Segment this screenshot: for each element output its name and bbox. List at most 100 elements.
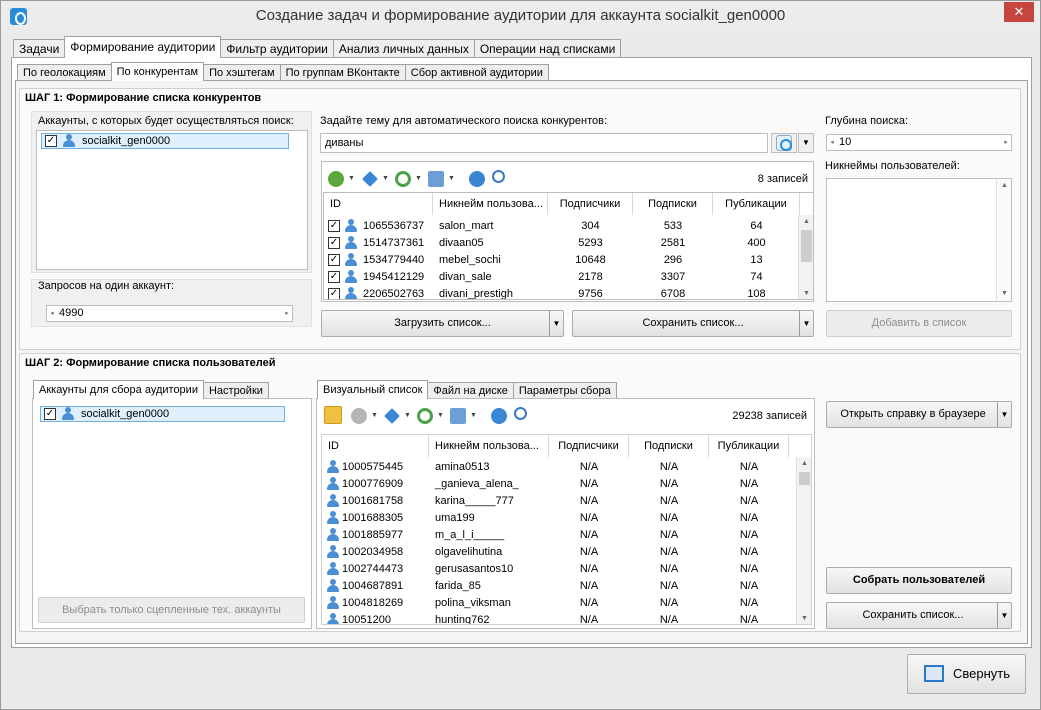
nicknames-textarea[interactable]: ▲ ▼: [826, 178, 1012, 302]
delete-icon[interactable]: [362, 171, 378, 187]
tab-audience-formation[interactable]: Формирование аудитории: [64, 36, 222, 58]
account-item[interactable]: ✓ socialkit_gen0000: [41, 133, 289, 149]
check-dropdown-icon[interactable]: ▼: [371, 412, 378, 419]
table-row[interactable]: ✓ 1945412129 divan_sale 2178 3307 74: [324, 269, 800, 286]
scroll-down-icon[interactable]: ▼: [997, 287, 1012, 301]
load-dropdown-icon[interactable]: ▼: [549, 311, 563, 336]
add-to-list-button[interactable]: Добавить в список: [826, 310, 1012, 337]
tab-vk-groups[interactable]: По группам ВКонтакте: [279, 64, 406, 81]
scroll-thumb[interactable]: [801, 230, 812, 262]
decrement-icon[interactable]: ◂: [47, 306, 57, 321]
open-help-button[interactable]: Открыть справку в браузере ▼: [826, 401, 1012, 428]
requests-spinner[interactable]: ◂ 4990 ▸: [46, 305, 293, 322]
table-row[interactable]: ✓ 1514737361 divaan05 5293 2581 400: [324, 235, 800, 252]
increment-icon[interactable]: ▸: [282, 306, 292, 321]
tab-hashtags[interactable]: По хэштегам: [203, 64, 281, 81]
scroll-up-icon[interactable]: ▲: [997, 179, 1012, 193]
nicknames-scrollbar[interactable]: ▲ ▼: [996, 179, 1011, 301]
col-posts[interactable]: Публикации: [709, 435, 789, 457]
info-icon[interactable]: [491, 408, 507, 424]
table-row[interactable]: ✓ 1534779440 mebel_sochi 10648 296 13: [324, 252, 800, 269]
tab-visual-list[interactable]: Визуальный список: [317, 380, 429, 399]
collapse-button[interactable]: Свернуть: [907, 654, 1026, 694]
tab-tasks[interactable]: Задачи: [13, 39, 66, 58]
refresh-icon[interactable]: [395, 171, 411, 187]
tab-personal-data[interactable]: Анализ личных данных: [332, 39, 475, 58]
check-all-icon[interactable]: [328, 171, 344, 187]
tab-geolocation[interactable]: По геолокациям: [17, 64, 112, 81]
account-checkbox[interactable]: ✓: [45, 135, 57, 147]
check-dropdown-icon[interactable]: ▼: [348, 175, 355, 182]
topic-search-button[interactable]: [771, 133, 797, 153]
topic-dropdown[interactable]: ▼: [798, 133, 814, 153]
scroll-down-icon[interactable]: ▼: [797, 612, 811, 624]
scroll-down-icon[interactable]: ▼: [799, 287, 813, 299]
table-row[interactable]: 1002034958 olgavelihutina N/A N/A N/A: [322, 544, 789, 561]
copy-dropdown-icon[interactable]: ▼: [470, 412, 477, 419]
topic-input[interactable]: диваны: [320, 133, 768, 153]
account-item[interactable]: ✓ socialkit_gen0000: [40, 406, 285, 422]
info-icon[interactable]: [469, 171, 485, 187]
delete-dropdown-icon[interactable]: ▼: [382, 175, 389, 182]
save-dropdown-icon[interactable]: ▼: [799, 311, 813, 336]
copy-icon[interactable]: [450, 408, 466, 424]
col-following[interactable]: Подписки: [633, 193, 713, 215]
col-nickname[interactable]: Никнейм пользова...: [429, 435, 549, 457]
users-scrollbar[interactable]: ▲ ▼: [796, 457, 811, 624]
save-users-dropdown-icon[interactable]: ▼: [997, 603, 1011, 628]
col-id[interactable]: ID: [324, 193, 433, 215]
help-dropdown-icon[interactable]: ▼: [997, 402, 1011, 427]
depth-spinner[interactable]: ◂ 10 ▸: [826, 134, 1012, 151]
tab-list-operations[interactable]: Операции над списками: [473, 39, 622, 58]
tab-active-audience[interactable]: Сбор активной аудитории: [404, 64, 549, 81]
table-row[interactable]: 1001688305 uma199 N/A N/A N/A: [322, 510, 789, 527]
table-row[interactable]: 10051200 hunting762 N/A N/A N/A: [322, 612, 789, 624]
user-icon: [344, 270, 358, 284]
tab-file-on-disk[interactable]: Файл на диске: [427, 382, 514, 399]
refresh-dropdown-icon[interactable]: ▼: [437, 412, 444, 419]
save-competitors-button[interactable]: Сохранить список... ▼: [572, 310, 814, 337]
scroll-thumb[interactable]: [799, 472, 810, 485]
increment-icon[interactable]: ▸: [1001, 135, 1011, 150]
refresh-dropdown-icon[interactable]: ▼: [415, 175, 422, 182]
check-all-icon[interactable]: [351, 408, 367, 424]
scroll-up-icon[interactable]: ▲: [799, 215, 813, 229]
search-icon[interactable]: [492, 170, 505, 183]
col-followers[interactable]: Подписчики: [549, 435, 629, 457]
table-row[interactable]: ✓ 1065536737 salon_mart 304 533 64: [324, 218, 800, 235]
search-icon[interactable]: [514, 407, 527, 420]
tab-collect-accounts[interactable]: Аккаунты для сбора аудитории: [33, 380, 204, 399]
decrement-icon[interactable]: ◂: [827, 135, 837, 150]
col-nickname[interactable]: Никнейм пользова...: [433, 193, 548, 215]
account-checkbox[interactable]: ✓: [44, 408, 56, 420]
table-row[interactable]: 1004687891 farida_85 N/A N/A N/A: [322, 578, 789, 595]
tab-settings[interactable]: Настройки: [202, 382, 269, 399]
competitors-scrollbar[interactable]: ▲ ▼: [798, 215, 813, 299]
col-followers[interactable]: Подписчики: [548, 193, 633, 215]
collect-users-button[interactable]: Собрать пользователей: [826, 567, 1012, 594]
tab-audience-filter[interactable]: Фильтр аудитории: [220, 39, 334, 58]
col-id[interactable]: ID: [322, 435, 429, 457]
save-users-button[interactable]: Сохранить список... ▼: [826, 602, 1012, 629]
tab-collect-params[interactable]: Параметры сбора: [512, 382, 617, 399]
table-row[interactable]: 1001681758 karina_____777 N/A N/A N/A: [322, 493, 789, 510]
table-row[interactable]: 1002744473 gerusasantos10 N/A N/A N/A: [322, 561, 789, 578]
delete-icon[interactable]: [384, 408, 400, 424]
scroll-up-icon[interactable]: ▲: [797, 457, 811, 471]
table-row[interactable]: 1001885977 m_a_l_i_____ N/A N/A N/A: [322, 527, 789, 544]
refresh-icon[interactable]: [417, 408, 433, 424]
tree-view-icon[interactable]: [324, 406, 342, 424]
col-following[interactable]: Подписки: [629, 435, 709, 457]
col-posts[interactable]: Публикации: [713, 193, 800, 215]
load-list-button[interactable]: Загрузить список... ▼: [321, 310, 564, 337]
close-button[interactable]: ✕: [1004, 2, 1034, 22]
delete-dropdown-icon[interactable]: ▼: [404, 412, 411, 419]
copy-dropdown-icon[interactable]: ▼: [448, 175, 455, 182]
table-row[interactable]: ✓ 2206502763 divani_prestigh 9756 6708 108: [324, 286, 800, 299]
table-row[interactable]: 1000776909 _ganieva_alena_ N/A N/A N/A: [322, 476, 789, 493]
tab-competitors[interactable]: По конкурентам: [110, 62, 205, 81]
copy-icon[interactable]: [428, 171, 444, 187]
select-linked-accounts-button[interactable]: Выбрать только сцепленные тех. аккаунты: [38, 597, 305, 623]
table-row[interactable]: 1000575445 amina0513 N/A N/A N/A: [322, 459, 789, 476]
table-row[interactable]: 1004818269 polina_viksman N/A N/A N/A: [322, 595, 789, 612]
